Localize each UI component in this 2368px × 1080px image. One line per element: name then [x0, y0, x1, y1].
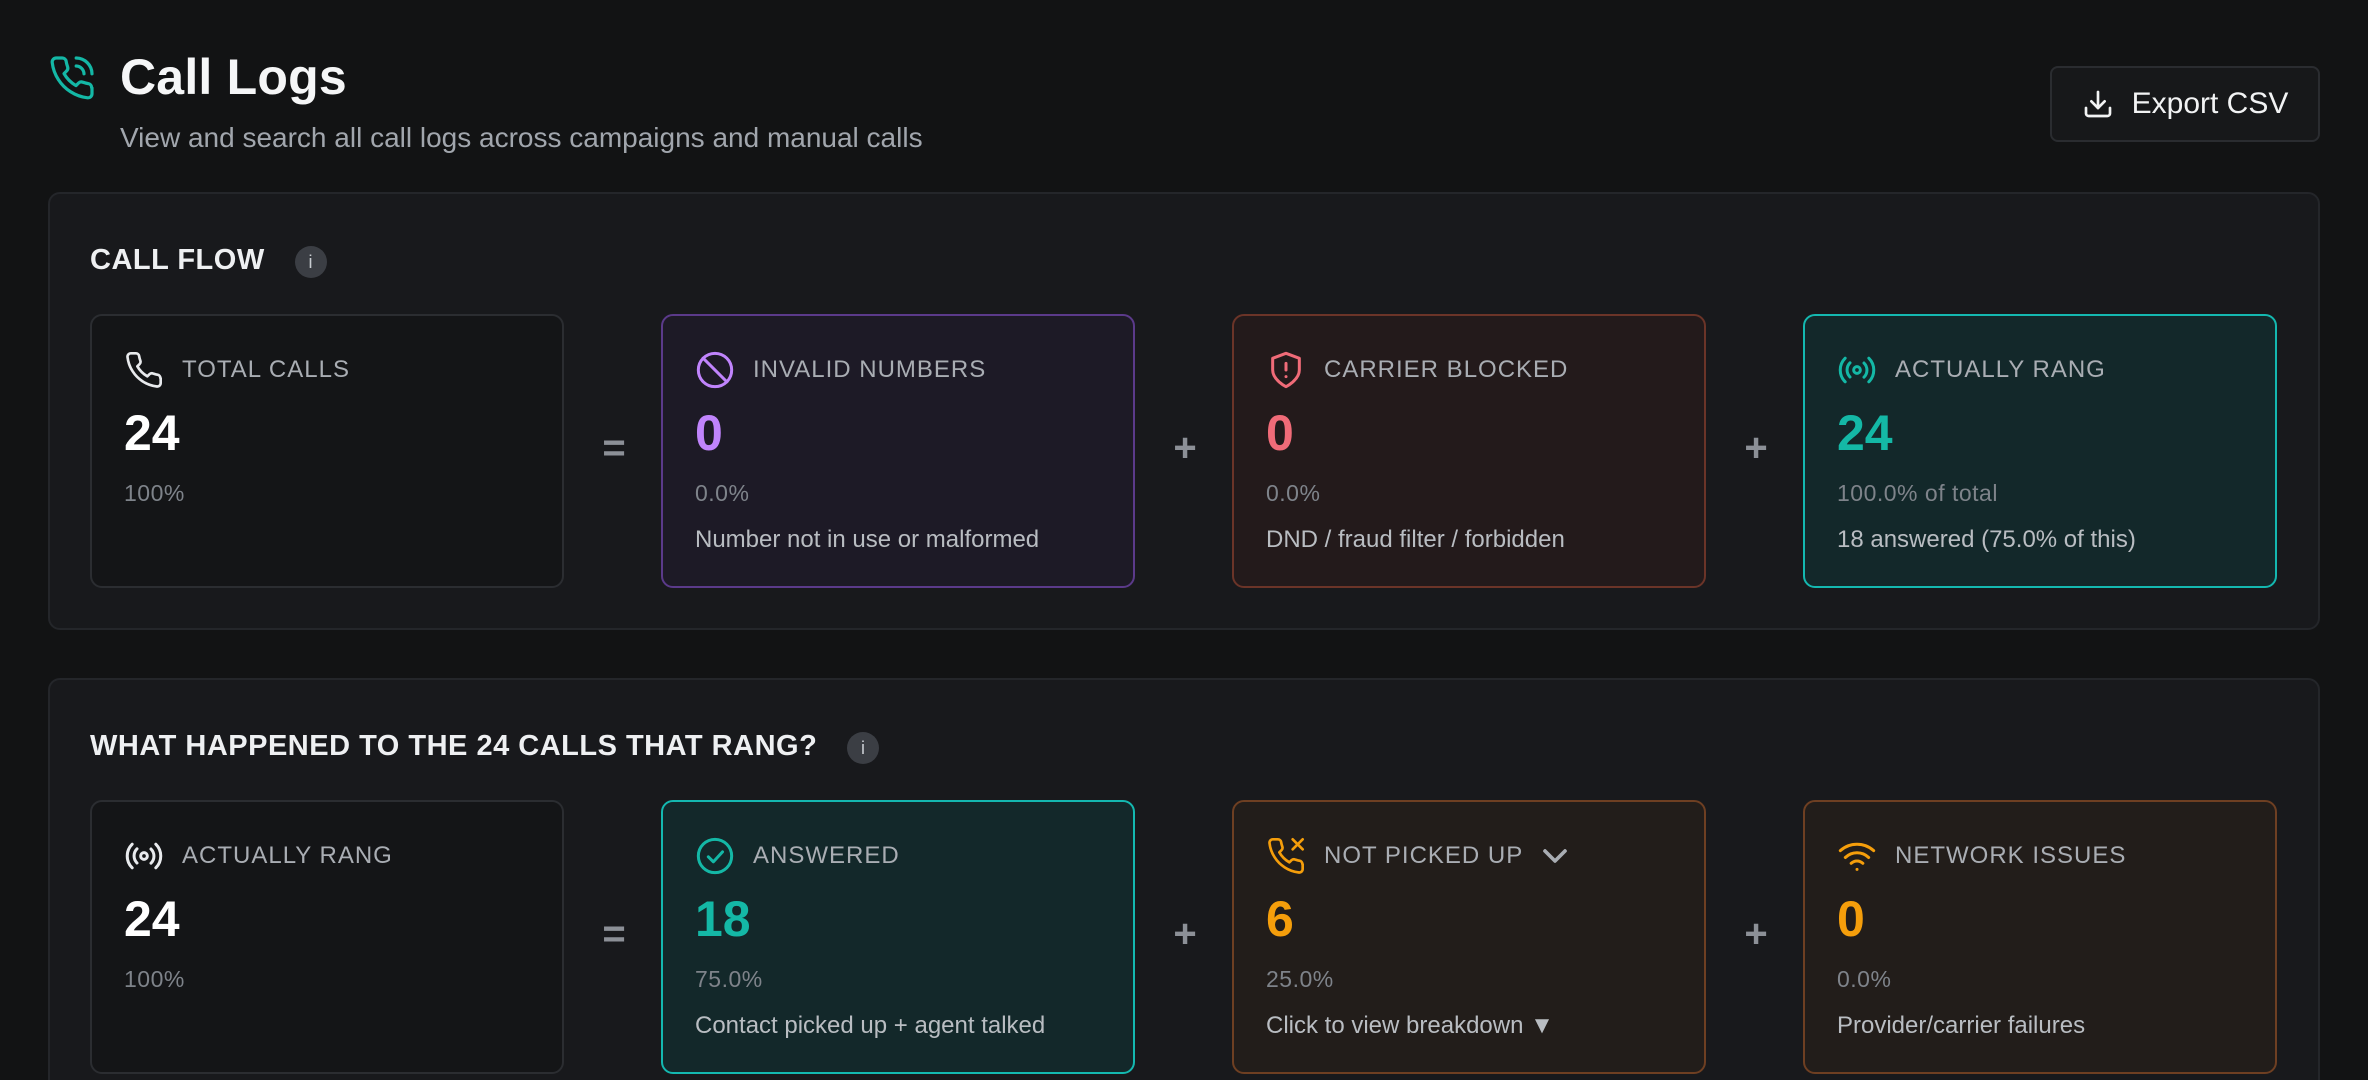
card-label: ACTUALLY RANG — [182, 842, 393, 869]
plus-operator: + — [1173, 912, 1197, 956]
radio-broadcast-icon — [1838, 356, 1876, 384]
card-percent: 0.0% — [1837, 966, 1892, 992]
ban-icon — [696, 351, 734, 389]
card-header: ACTUALLY RANG — [124, 836, 393, 876]
actually-rang-card: ACTUALLY RANG 24 100.0% of total 18 answ… — [1803, 314, 2277, 588]
card-header: NOT PICKED UP — [1266, 836, 1575, 876]
card-label: ACTUALLY RANG — [1895, 356, 2106, 383]
card-description: Contact picked up + agent talked — [695, 1012, 1046, 1039]
card-percent: 100.0% of total — [1837, 480, 1998, 506]
card-value: 24 — [124, 405, 180, 461]
card-header: CARRIER BLOCKED — [1266, 350, 1568, 390]
radio-broadcast-icon — [125, 842, 163, 870]
card-header: NETWORK ISSUES — [1837, 836, 2126, 876]
card-percent: 0.0% — [1266, 480, 1321, 506]
not-picked-up-card[interactable]: NOT PICKED UP 6 25.0% Click to view brea… — [1232, 800, 1706, 1074]
section-title: WHAT HAPPENED TO THE 24 CALLS THAT RANG?… — [90, 728, 880, 764]
chevron-down-icon[interactable] — [1535, 836, 1575, 876]
card-header: ACTUALLY RANG — [1837, 350, 2106, 390]
card-percent: 75.0% — [695, 966, 763, 992]
card-header: ANSWERED — [695, 836, 900, 876]
card-percent: 100% — [124, 966, 185, 992]
check-circle-icon — [696, 837, 734, 875]
card-value: 24 — [1837, 405, 1893, 461]
card-value: 0 — [1266, 405, 1294, 461]
card-description: DND / fraud filter / forbidden — [1266, 526, 1565, 553]
carrier-blocked-card: CARRIER BLOCKED 0 0.0% DND / fraud filte… — [1232, 314, 1706, 588]
plus-operator: + — [1173, 426, 1197, 470]
phone-missed-icon — [1268, 837, 1305, 874]
phone-icon — [126, 351, 163, 388]
wifi-icon — [1838, 842, 1876, 871]
card-label: NETWORK ISSUES — [1895, 842, 2127, 869]
card-label: INVALID NUMBERS — [753, 356, 987, 383]
card-label: NOT PICKED UP — [1324, 842, 1524, 869]
info-icon[interactable]: i — [847, 732, 880, 764]
card-description: 18 answered (75.0% of this) — [1837, 526, 2136, 553]
export-csv-button[interactable]: Export CSV — [2050, 66, 2320, 142]
section-title: CALL FLOW i — [90, 242, 327, 278]
card-percent: 0.0% — [695, 480, 750, 506]
invalid-numbers-card: INVALID NUMBERS 0 0.0% Number not in use… — [661, 314, 1135, 588]
download-icon — [2084, 90, 2111, 118]
answered-card: ANSWERED 18 75.0% Contact picked up + ag… — [661, 800, 1135, 1074]
rang-breakdown-title: WHAT HAPPENED TO THE 24 CALLS THAT RANG? — [90, 729, 818, 762]
phone-call-icon — [50, 56, 94, 100]
card-description: Number not in use or malformed — [695, 526, 1040, 553]
card-description: Provider/carrier failures — [1837, 1012, 2086, 1039]
export-csv-label: Export CSV — [2131, 87, 2289, 120]
card-value: 6 — [1266, 891, 1294, 947]
page-subtitle: View and search all call logs across cam… — [120, 122, 923, 153]
card-label: TOTAL CALLS — [182, 356, 350, 383]
equals-operator: = — [602, 912, 626, 956]
card-value: 18 — [695, 891, 751, 947]
card-label: ANSWERED — [753, 842, 900, 869]
card-label: CARRIER BLOCKED — [1324, 356, 1569, 383]
card-header: TOTAL CALLS — [124, 350, 350, 390]
total-calls-card: TOTAL CALLS 24 100% — [90, 314, 564, 588]
card-value: 0 — [1837, 891, 1865, 947]
view-breakdown-link[interactable]: Click to view breakdown ▼ — [1266, 1012, 1554, 1040]
network-issues-card: NETWORK ISSUES 0 0.0% Provider/carrier f… — [1803, 800, 2277, 1074]
card-value: 24 — [124, 891, 180, 947]
card-header: INVALID NUMBERS — [695, 350, 986, 390]
plus-operator: + — [1744, 426, 1768, 470]
rang-breakdown-section: WHAT HAPPENED TO THE 24 CALLS THAT RANG?… — [48, 678, 2320, 1080]
info-icon[interactable]: i — [294, 246, 327, 278]
page-title: Call Logs — [120, 49, 347, 105]
card-percent: 25.0% — [1266, 966, 1334, 992]
plus-operator: + — [1744, 912, 1768, 956]
shield-alert-icon — [1271, 351, 1301, 389]
call-flow-section: CALL FLOW i TOTAL CALLS 24 100% = INVALI… — [48, 192, 2320, 630]
equals-operator: = — [602, 426, 626, 470]
call-flow-title: CALL FLOW — [90, 243, 265, 276]
call-logs-page: Call Logs View and search all call logs … — [0, 0, 2368, 1080]
card-percent: 100% — [124, 480, 185, 506]
card-value: 0 — [695, 405, 723, 461]
actually-rang-total-card: ACTUALLY RANG 24 100% — [90, 800, 564, 1074]
